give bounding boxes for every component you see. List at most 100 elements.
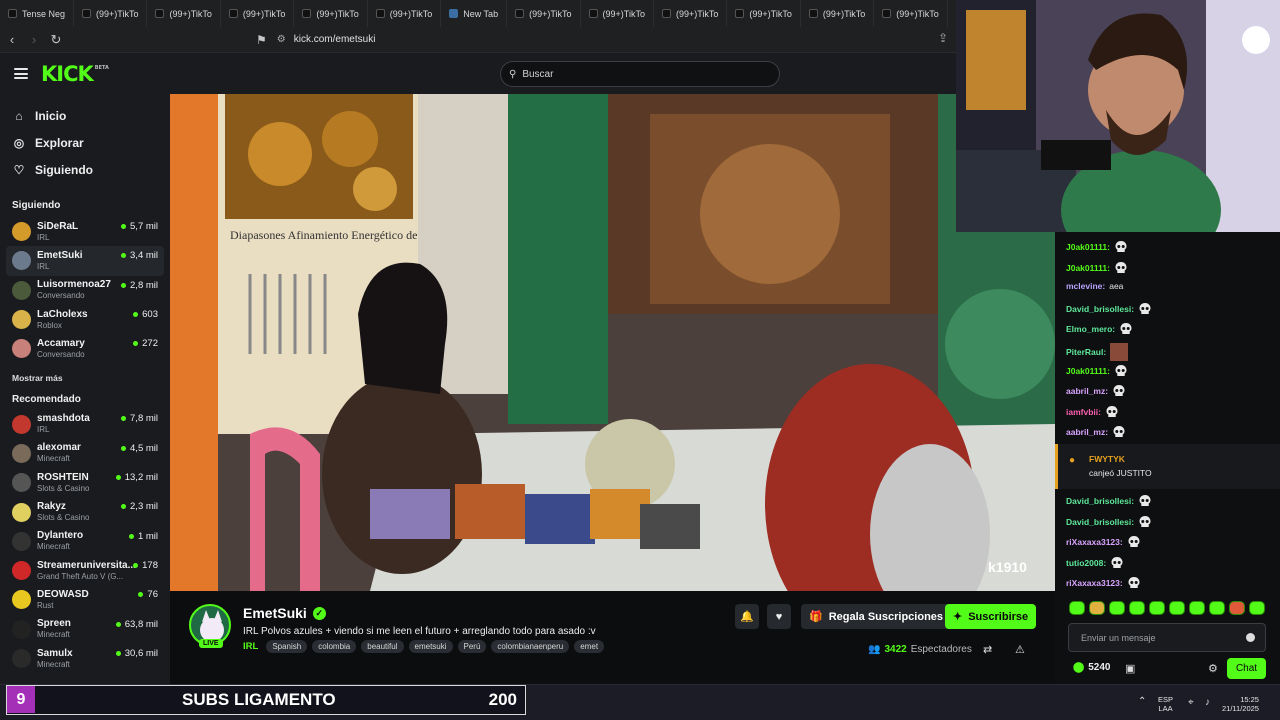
follow-button[interactable]: ♥ bbox=[767, 604, 791, 629]
stream-tag[interactable]: colombia bbox=[312, 640, 357, 653]
search-input[interactable]: ⚲ Buscar bbox=[500, 61, 780, 87]
tab-label: New Tab bbox=[463, 8, 499, 19]
share-icon[interactable]: ⇪ bbox=[938, 31, 948, 45]
chat-username[interactable]: iamfvbii: bbox=[1066, 407, 1101, 417]
browser-tab[interactable]: (99+)TikTo bbox=[74, 0, 148, 27]
network-icon[interactable]: ⌖ bbox=[1188, 697, 1194, 708]
chat-username[interactable]: riXaxaxa3123: bbox=[1066, 578, 1123, 588]
chat-username[interactable]: aabril_mz: bbox=[1066, 386, 1108, 396]
browser-tab[interactable]: (99+)TikTo bbox=[801, 0, 875, 27]
chat-username[interactable]: J0ak01111: bbox=[1066, 366, 1110, 376]
volume-icon[interactable]: ♪ bbox=[1205, 697, 1210, 708]
chat-username[interactable]: riXaxaxa3123: bbox=[1066, 537, 1123, 547]
channel-item[interactable]: Streameruniversita... Grand Theft Auto V … bbox=[0, 556, 170, 585]
chat-username[interactable]: J0ak01111: bbox=[1066, 242, 1110, 252]
browser-tab[interactable]: (99+)TikTo bbox=[221, 0, 295, 27]
stream-tag[interactable]: emetsuki bbox=[408, 640, 453, 653]
channel-points[interactable]: ⬤ 5240 bbox=[1073, 662, 1110, 673]
chat-username[interactable]: tutio2008: bbox=[1066, 558, 1106, 568]
reload-icon[interactable]: ↻ bbox=[46, 30, 66, 50]
chat-username[interactable]: aabril_mz: bbox=[1066, 427, 1108, 437]
chat-username[interactable]: Elmo_mero: bbox=[1066, 324, 1115, 334]
nav-item-explorar[interactable]: ◎ Explorar bbox=[0, 129, 170, 156]
channel-item[interactable]: ROSHTEIN Slots & Casino 13,2 mil bbox=[0, 468, 170, 497]
forward-icon[interactable]: › bbox=[24, 30, 44, 50]
browser-tab[interactable]: (99+)TikTo bbox=[147, 0, 221, 27]
browser-tab[interactable]: (99+)TikTo bbox=[727, 0, 801, 27]
channel-item[interactable]: LaCholexs Roblox 603 bbox=[0, 305, 170, 334]
channel-category: Minecraft bbox=[37, 630, 70, 640]
emote-icon[interactable] bbox=[1069, 601, 1085, 615]
emote-icon[interactable] bbox=[1189, 601, 1205, 615]
channel-item[interactable]: smashdota IRL 7,8 mil bbox=[0, 409, 170, 438]
chat-username[interactable]: J0ak01111: bbox=[1066, 263, 1110, 273]
emoji-icon[interactable] bbox=[1246, 633, 1255, 642]
stream-tag[interactable]: colombianaenperu bbox=[491, 640, 570, 653]
settings-icon[interactable]: ⚙ bbox=[1208, 662, 1218, 675]
notification-bell-button[interactable]: 🔔 bbox=[735, 604, 759, 629]
bookmark-icon[interactable]: ⚑ bbox=[256, 33, 267, 47]
channel-item[interactable]: DEOWASD Rust 76 bbox=[0, 585, 170, 614]
back-icon[interactable]: ‹ bbox=[2, 30, 22, 50]
emote-icon[interactable] bbox=[1229, 601, 1245, 615]
kick-logo[interactable]: KICK BETA bbox=[41, 62, 109, 86]
menu-icon[interactable] bbox=[14, 68, 28, 79]
live-dot bbox=[115, 621, 121, 627]
language-indicator[interactable]: ESP LAA bbox=[1158, 695, 1173, 713]
chat-username[interactable]: David_brisollesi: bbox=[1066, 496, 1134, 506]
channel-item[interactable]: Rakyz Slots & Casino 2,3 mil bbox=[0, 497, 170, 526]
show-more-link[interactable]: Mostrar más bbox=[0, 367, 170, 389]
browser-tab[interactable]: (99+)TikTo bbox=[294, 0, 368, 27]
channel-item[interactable]: Luisormenoa27 Conversando 2,8 mil bbox=[0, 276, 170, 305]
viewer-count: 63,8 mil bbox=[115, 619, 158, 630]
gift-subs-button[interactable]: 🎁 Regala Suscripciones bbox=[801, 604, 952, 629]
nav-item-siguiendo[interactable]: ♡ Siguiendo bbox=[0, 156, 170, 183]
browser-tab[interactable]: (99+)TikTo bbox=[874, 0, 948, 27]
report-icon[interactable]: ⚠ bbox=[1015, 643, 1025, 656]
chat-username[interactable]: David_brisollesi: bbox=[1066, 304, 1134, 314]
send-chat-button[interactable]: Chat bbox=[1227, 658, 1266, 679]
store-icon[interactable]: ▣ bbox=[1125, 662, 1135, 675]
viewer-count-text: 603 bbox=[142, 308, 158, 320]
channel-item[interactable]: Spreen Minecraft 63,8 mil bbox=[0, 615, 170, 644]
clock[interactable]: 15:25 21/11/2025 bbox=[1222, 695, 1259, 713]
streamer-name[interactable]: EmetSuki ✓ bbox=[243, 605, 326, 621]
emote-icon[interactable] bbox=[1109, 601, 1125, 615]
emote-icon[interactable] bbox=[1169, 601, 1185, 615]
channel-item[interactable]: alexomar Minecraft 4,5 mil bbox=[0, 439, 170, 468]
chat-input[interactable]: Enviar un mensaje bbox=[1068, 623, 1266, 652]
emote-icon[interactable] bbox=[1209, 601, 1225, 615]
stream-tag[interactable]: Perú bbox=[457, 640, 487, 653]
video-player[interactable]: Diapasones Afinamiento Energético de cha bbox=[170, 94, 1055, 591]
channel-item[interactable]: Accamary Conversando 272 bbox=[0, 334, 170, 363]
stream-tag[interactable]: emet bbox=[574, 640, 605, 653]
channel-item[interactable]: Dylantero Minecraft 1 mil bbox=[0, 527, 170, 556]
emote-icon[interactable] bbox=[1149, 601, 1165, 615]
browser-tab[interactable]: (99+)TikTo bbox=[581, 0, 654, 27]
emote-icon[interactable] bbox=[1089, 601, 1105, 615]
chat-username[interactable]: mclevine: bbox=[1066, 281, 1105, 291]
redeem-user[interactable]: FWYTYK bbox=[1089, 454, 1125, 464]
tray-chevron-icon[interactable]: ⌃ bbox=[1138, 696, 1146, 707]
emote-icon[interactable] bbox=[1129, 601, 1145, 615]
site-info-icon[interactable]: ⚙ bbox=[277, 34, 286, 45]
browser-tab[interactable]: New Tab bbox=[441, 0, 508, 27]
tab-label: (99+)TikTo bbox=[749, 8, 792, 19]
browser-tab[interactable]: (99+)TikTo bbox=[368, 0, 442, 27]
chat-username[interactable]: David_brisollesi: bbox=[1066, 517, 1134, 527]
stream-tag[interactable]: beautiful bbox=[361, 640, 404, 653]
emote-icon[interactable] bbox=[1249, 601, 1265, 615]
category-link[interactable]: IRL bbox=[243, 641, 258, 652]
chat-username[interactable]: PiterRaul: bbox=[1066, 347, 1106, 357]
nav-item-inicio[interactable]: ⌂ Inicio bbox=[0, 102, 170, 129]
url-field[interactable]: kick.com/emetsuki bbox=[294, 34, 376, 45]
channel-item[interactable]: EmetSuki IRL 3,4 mil bbox=[6, 246, 164, 276]
channel-item[interactable]: Samulx Minecraft 30,6 mil bbox=[0, 644, 170, 673]
share-stream-icon[interactable]: ⇄ bbox=[983, 643, 992, 656]
browser-tab[interactable]: (99+)TikTo bbox=[507, 0, 581, 27]
browser-tab[interactable]: (99+)TikTo bbox=[654, 0, 728, 27]
subscribe-button[interactable]: ✦ Suscribirse bbox=[945, 604, 1037, 629]
channel-item[interactable]: SiDeRaL IRL 5,7 mil bbox=[0, 217, 170, 246]
stream-tag[interactable]: Spanish bbox=[266, 640, 308, 653]
browser-tab[interactable]: Tense Neg bbox=[0, 0, 75, 27]
